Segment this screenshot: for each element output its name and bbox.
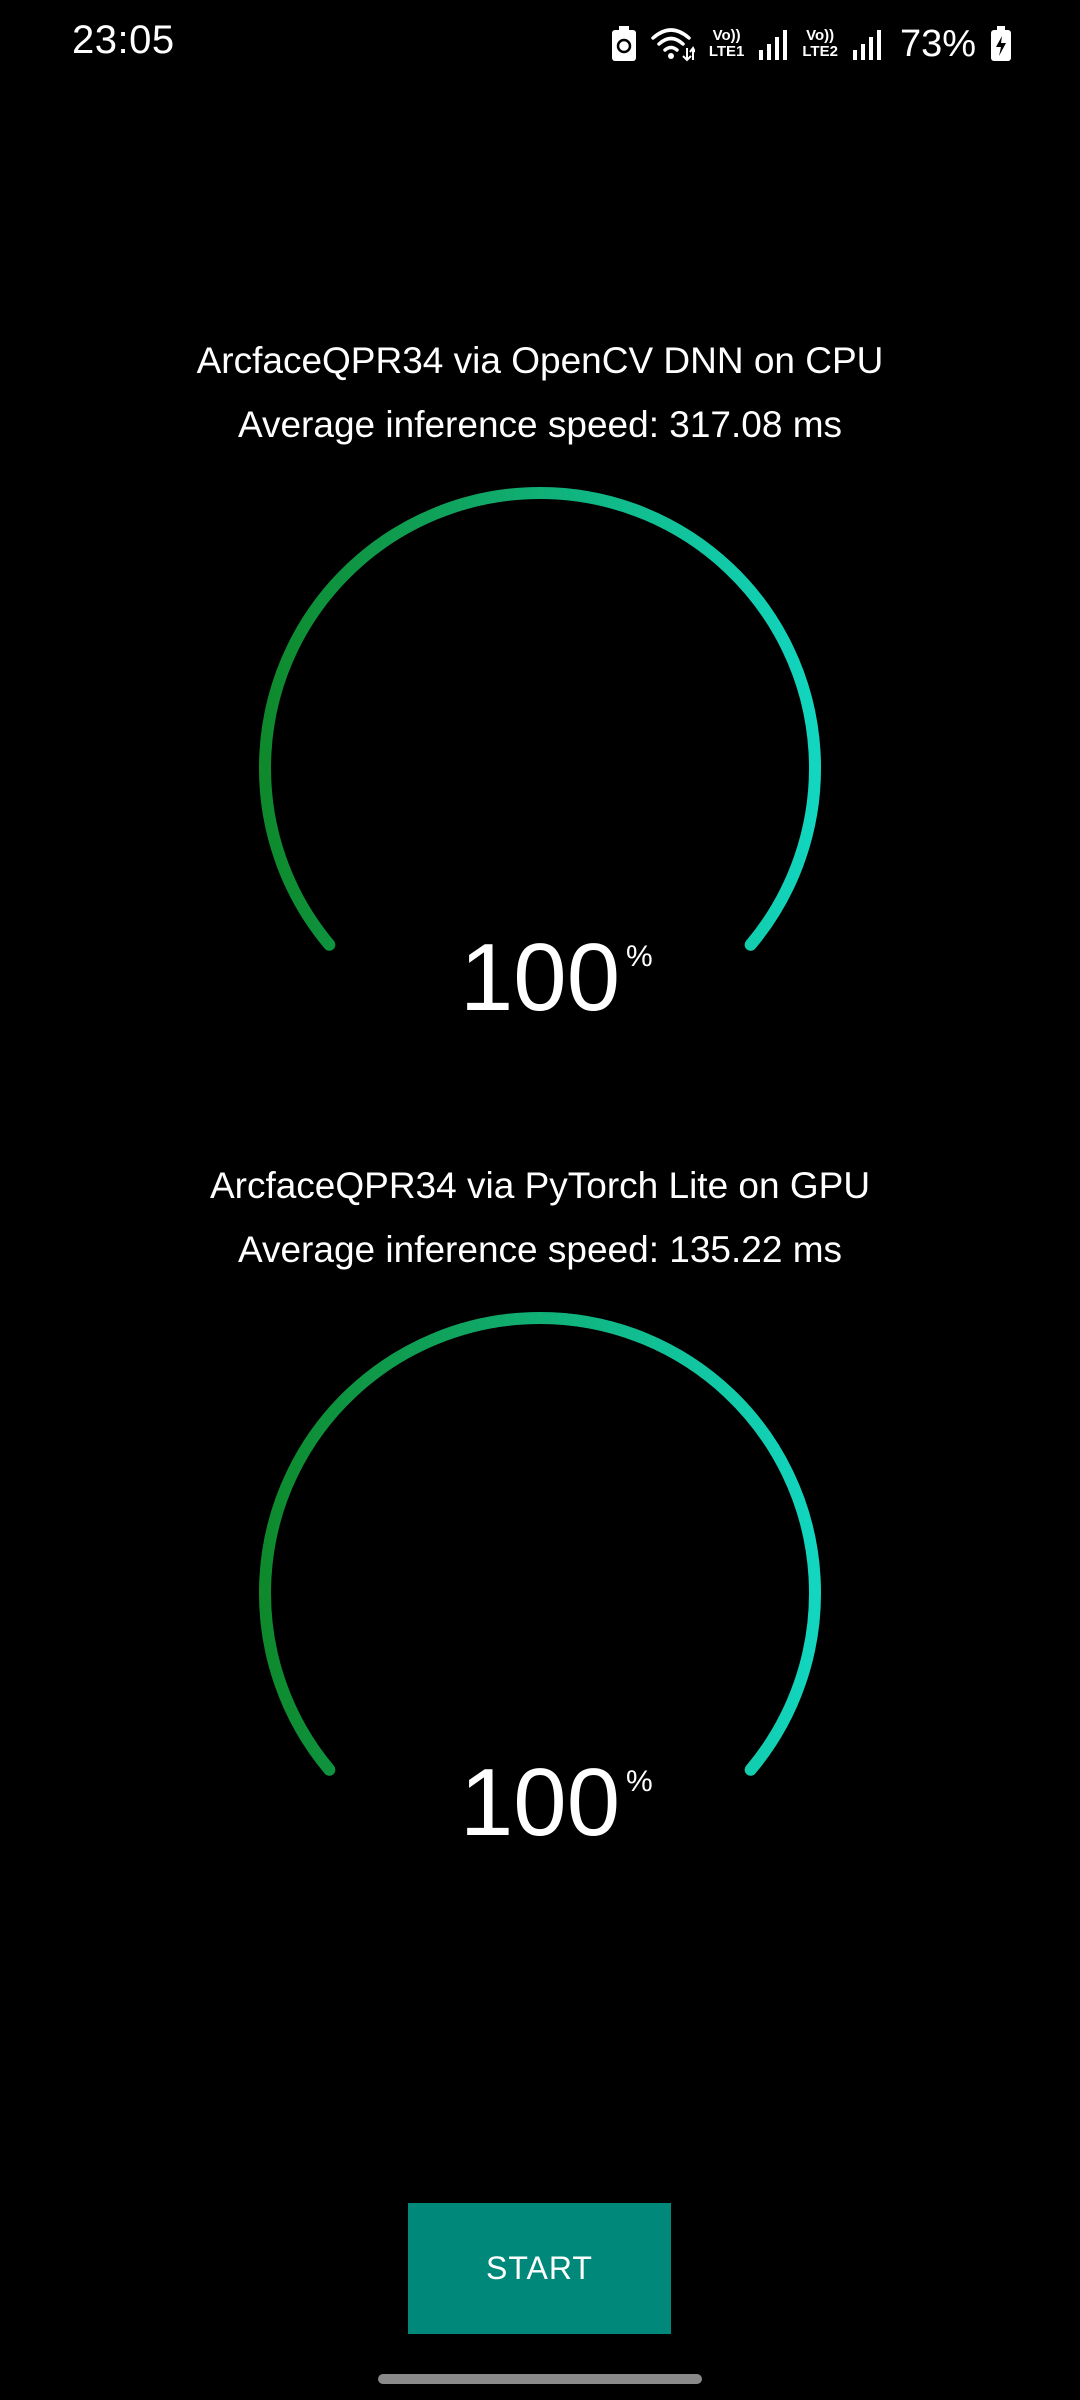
gauge-unit: %: [626, 1765, 653, 1798]
sim2-label: Vo)) LTE2: [802, 27, 838, 60]
battery-percent: 73%: [899, 22, 976, 65]
model-title: ArcfaceQPR34 via PyTorch Lite on GPU: [209, 1165, 871, 1206]
model-title: ArcfaceQPR34 via OpenCV DNN on CPU: [196, 340, 884, 381]
gauge-arc: [259, 487, 821, 951]
status-icons: Vo)) LTE1 Vo)) LTE2 73%: [611, 20, 1012, 68]
signal-icon: [758, 28, 788, 60]
status-bar: 23:05 Vo)) LTE1 Vo)) LTE2 73%: [0, 0, 1080, 90]
gesture-nav-handle[interactable]: [378, 2374, 702, 2384]
inference-speed-text: Average inference speed: 317.08 ms: [237, 404, 843, 445]
start-button[interactable]: START: [408, 2203, 671, 2334]
gauge-track: [259, 1312, 821, 1776]
status-time: 23:05: [72, 18, 175, 62]
gauge-unit: %: [626, 940, 653, 973]
battery-charging-icon: [990, 26, 1012, 62]
gauge-arc: [259, 1312, 821, 1776]
sim1-label: Vo)) LTE1: [708, 27, 745, 60]
progress-gauge: [259, 487, 821, 951]
wifi-icon: [651, 26, 695, 62]
gauge-track: [259, 487, 821, 951]
signal-icon: [852, 28, 882, 60]
gauge-value: 100: [459, 1749, 621, 1856]
battery-saver-icon: [611, 26, 637, 62]
progress-gauge: [259, 1312, 821, 1776]
gauge-value: 100: [459, 924, 621, 1031]
inference-speed-text: Average inference speed: 135.22 ms: [237, 1229, 843, 1270]
